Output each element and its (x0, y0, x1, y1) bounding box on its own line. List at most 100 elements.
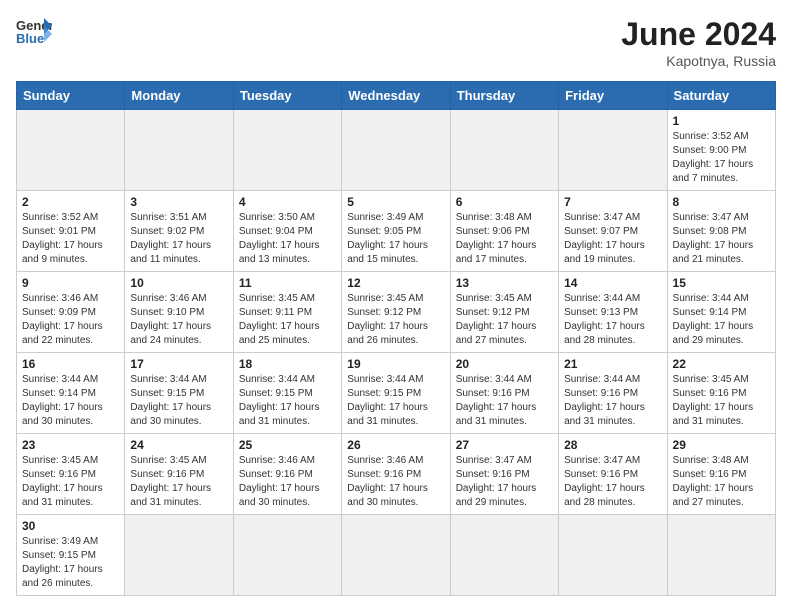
calendar-day-cell: 19 Sunrise: 3:44 AMSunset: 9:15 PMDayligh… (342, 353, 450, 434)
day-info: Sunrise: 3:49 AMSunset: 9:15 PMDaylight:… (22, 535, 119, 591)
calendar-day-cell: 9Sunrise: 3:46 AMSunset: 9:09 PMDaylight… (17, 272, 125, 353)
day-info: Sunrise: 3:50 AMSunset: 9:04 PMDaylight:… (239, 211, 336, 267)
calendar-day-cell: 18Sunrise: 3:44 AMSunset: 9:15 PMDayligh… (233, 353, 341, 434)
day-number: 3 (130, 195, 227, 209)
calendar-week-row: 23 Sunrise: 3:45 AMSunset: 9:16 PMDayligh… (17, 434, 776, 515)
day-number: 6 (456, 195, 553, 209)
day-info: Sunrise: 3:47 AMSunset: 9:16 PMDaylight:… (564, 454, 661, 510)
calendar-day-cell (233, 110, 341, 191)
day-info: Sunrise: 3:46 AMSunset: 9:16 PMDaylight:… (239, 454, 336, 510)
weekday-header-friday: Friday (559, 82, 667, 110)
calendar-day-cell: 22Sunrise: 3:45 AMSunset: 9:16 PMDayligh… (667, 353, 775, 434)
calendar-day-cell: 12 Sunrise: 3:45 AMSunset: 9:12 PMDayligh… (342, 272, 450, 353)
calendar-day-cell: 27 Sunrise: 3:47 AMSunset: 9:16 PMDayligh… (450, 434, 558, 515)
calendar-day-cell (17, 110, 125, 191)
day-number: 27 (456, 438, 553, 452)
day-info: Sunrise: 3:44 AMSunset: 9:15 PMDaylight:… (130, 373, 227, 429)
calendar-day-cell: 21 Sunrise: 3:44 AMSunset: 9:16 PMDayligh… (559, 353, 667, 434)
calendar-day-cell (233, 515, 341, 596)
day-info: Sunrise: 3:51 AMSunset: 9:02 PMDaylight:… (130, 211, 227, 267)
weekday-header-sunday: Sunday (17, 82, 125, 110)
calendar-day-cell: 20 Sunrise: 3:44 AMSunset: 9:16 PMDayligh… (450, 353, 558, 434)
day-info: Sunrise: 3:46 AMSunset: 9:10 PMDaylight:… (130, 292, 227, 348)
calendar-week-row: 2 Sunrise: 3:52 AMSunset: 9:01 PMDaylight… (17, 191, 776, 272)
day-number: 19 (347, 357, 444, 371)
calendar-day-cell: 5 Sunrise: 3:49 AMSunset: 9:05 PMDaylight… (342, 191, 450, 272)
calendar-day-cell (450, 515, 558, 596)
calendar-day-cell (342, 110, 450, 191)
weekday-header-row: SundayMondayTuesdayWednesdayThursdayFrid… (17, 82, 776, 110)
day-number: 21 (564, 357, 661, 371)
calendar-day-cell (125, 110, 233, 191)
day-info: Sunrise: 3:44 AMSunset: 9:13 PMDaylight:… (564, 292, 661, 348)
day-info: Sunrise: 3:52 AMSunset: 9:00 PMDaylight:… (673, 130, 770, 186)
day-info: Sunrise: 3:45 AMSunset: 9:12 PMDaylight:… (347, 292, 444, 348)
calendar-day-cell (559, 515, 667, 596)
day-number: 8 (673, 195, 770, 209)
day-info: Sunrise: 3:44 AMSunset: 9:14 PMDaylight:… (22, 373, 119, 429)
calendar-day-cell: 16 Sunrise: 3:44 AMSunset: 9:14 PMDayligh… (17, 353, 125, 434)
calendar-day-cell (450, 110, 558, 191)
calendar-table: SundayMondayTuesdayWednesdayThursdayFrid… (16, 81, 776, 596)
day-info: Sunrise: 3:47 AMSunset: 9:08 PMDaylight:… (673, 211, 770, 267)
calendar-week-row: 1 Sunrise: 3:52 AMSunset: 9:00 PMDaylight… (17, 110, 776, 191)
day-info: Sunrise: 3:44 AMSunset: 9:14 PMDaylight:… (673, 292, 770, 348)
day-number: 14 (564, 276, 661, 290)
calendar-day-cell: 17 Sunrise: 3:44 AMSunset: 9:15 PMDayligh… (125, 353, 233, 434)
logo-icon: General Blue (16, 16, 52, 46)
day-number: 10 (130, 276, 227, 290)
day-number: 20 (456, 357, 553, 371)
day-info: Sunrise: 3:44 AMSunset: 9:16 PMDaylight:… (456, 373, 553, 429)
day-number: 2 (22, 195, 119, 209)
day-number: 17 (130, 357, 227, 371)
weekday-header-thursday: Thursday (450, 82, 558, 110)
calendar-day-cell: 1 Sunrise: 3:52 AMSunset: 9:00 PMDaylight… (667, 110, 775, 191)
calendar-day-cell: 25Sunrise: 3:46 AMSunset: 9:16 PMDayligh… (233, 434, 341, 515)
day-info: Sunrise: 3:45 AMSunset: 9:12 PMDaylight:… (456, 292, 553, 348)
calendar-day-cell: 29Sunrise: 3:48 AMSunset: 9:16 PMDayligh… (667, 434, 775, 515)
day-info: Sunrise: 3:45 AMSunset: 9:16 PMDaylight:… (673, 373, 770, 429)
day-info: Sunrise: 3:52 AMSunset: 9:01 PMDaylight:… (22, 211, 119, 267)
calendar-week-row: 16 Sunrise: 3:44 AMSunset: 9:14 PMDayligh… (17, 353, 776, 434)
calendar-day-cell: 28 Sunrise: 3:47 AMSunset: 9:16 PMDayligh… (559, 434, 667, 515)
day-info: Sunrise: 3:45 AMSunset: 9:16 PMDaylight:… (22, 454, 119, 510)
day-number: 16 (22, 357, 119, 371)
day-number: 5 (347, 195, 444, 209)
header: General Blue June 2024 Kapotnya, Russia (16, 16, 776, 69)
day-number: 28 (564, 438, 661, 452)
day-number: 15 (673, 276, 770, 290)
day-number: 13 (456, 276, 553, 290)
calendar-day-cell: 6 Sunrise: 3:48 AMSunset: 9:06 PMDaylight… (450, 191, 558, 272)
day-number: 23 (22, 438, 119, 452)
day-info: Sunrise: 3:48 AMSunset: 9:06 PMDaylight:… (456, 211, 553, 267)
day-number: 24 (130, 438, 227, 452)
day-number: 7 (564, 195, 661, 209)
calendar-day-cell: 24Sunrise: 3:45 AMSunset: 9:16 PMDayligh… (125, 434, 233, 515)
day-number: 1 (673, 114, 770, 128)
title-block: June 2024 Kapotnya, Russia (621, 16, 776, 69)
calendar-day-cell: 30 Sunrise: 3:49 AMSunset: 9:15 PMDayligh… (17, 515, 125, 596)
calendar-day-cell: 13 Sunrise: 3:45 AMSunset: 9:12 PMDayligh… (450, 272, 558, 353)
svg-text:Blue: Blue (16, 31, 44, 46)
calendar-week-row: 9Sunrise: 3:46 AMSunset: 9:09 PMDaylight… (17, 272, 776, 353)
weekday-header-monday: Monday (125, 82, 233, 110)
day-number: 30 (22, 519, 119, 533)
calendar-day-cell (342, 515, 450, 596)
calendar-day-cell: 2 Sunrise: 3:52 AMSunset: 9:01 PMDaylight… (17, 191, 125, 272)
weekday-header-tuesday: Tuesday (233, 82, 341, 110)
day-info: Sunrise: 3:47 AMSunset: 9:16 PMDaylight:… (456, 454, 553, 510)
calendar-day-cell (559, 110, 667, 191)
calendar-day-cell: 11Sunrise: 3:45 AMSunset: 9:11 PMDayligh… (233, 272, 341, 353)
day-info: Sunrise: 3:47 AMSunset: 9:07 PMDaylight:… (564, 211, 661, 267)
calendar-day-cell: 10 Sunrise: 3:46 AMSunset: 9:10 PMDayligh… (125, 272, 233, 353)
day-number: 11 (239, 276, 336, 290)
day-info: Sunrise: 3:48 AMSunset: 9:16 PMDaylight:… (673, 454, 770, 510)
day-info: Sunrise: 3:49 AMSunset: 9:05 PMDaylight:… (347, 211, 444, 267)
day-info: Sunrise: 3:44 AMSunset: 9:16 PMDaylight:… (564, 373, 661, 429)
calendar-day-cell: 3 Sunrise: 3:51 AMSunset: 9:02 PMDaylight… (125, 191, 233, 272)
weekday-header-wednesday: Wednesday (342, 82, 450, 110)
calendar-day-cell: 14 Sunrise: 3:44 AMSunset: 9:13 PMDayligh… (559, 272, 667, 353)
day-info: Sunrise: 3:44 AMSunset: 9:15 PMDaylight:… (239, 373, 336, 429)
day-info: Sunrise: 3:44 AMSunset: 9:15 PMDaylight:… (347, 373, 444, 429)
day-number: 12 (347, 276, 444, 290)
